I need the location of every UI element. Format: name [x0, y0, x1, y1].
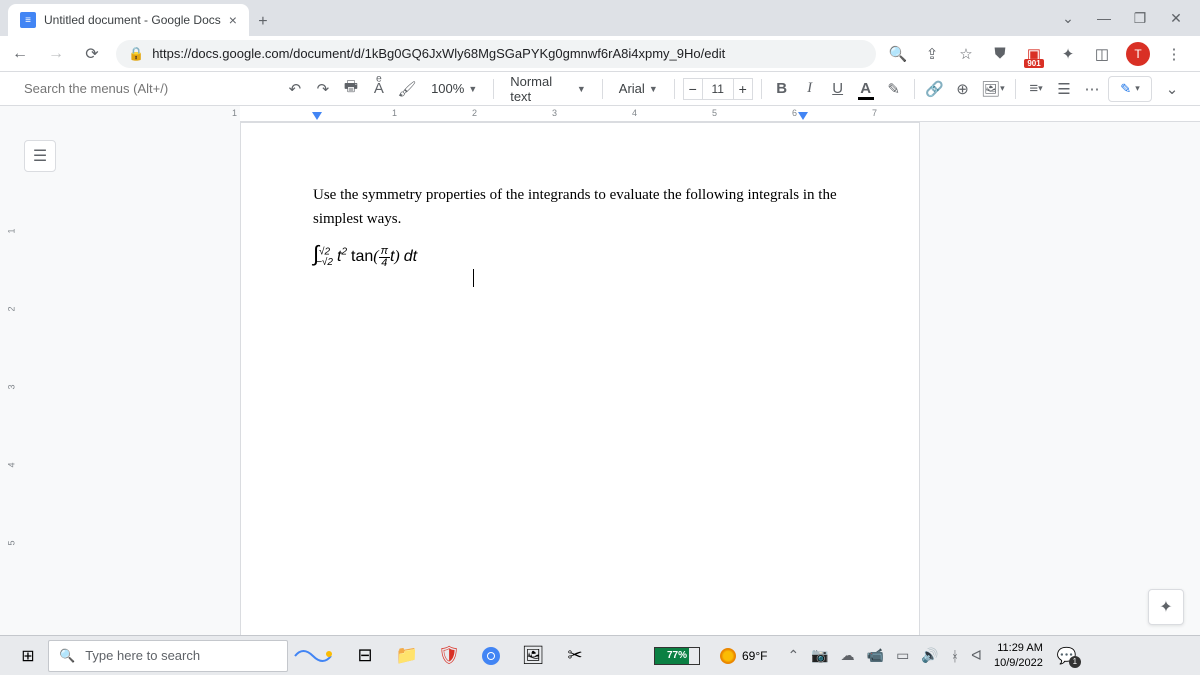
- math-equation[interactable]: ∫√2−√2 t2 tan(π4t) dt: [313, 241, 847, 269]
- minimize-window-button[interactable]: —: [1088, 4, 1120, 32]
- side-panel-icon[interactable]: ◫: [1092, 44, 1112, 64]
- paint-format-button[interactable]: 🖌: [395, 76, 419, 102]
- font-dropdown[interactable]: Arial▼: [611, 76, 666, 102]
- profile-avatar[interactable]: T: [1126, 42, 1150, 66]
- chevron-down-icon[interactable]: ⌄: [1052, 4, 1084, 32]
- vertical-ruler[interactable]: 1 2 3 4 5: [4, 122, 20, 635]
- bookmark-icon[interactable]: ☆: [956, 44, 976, 64]
- document-page[interactable]: Use the symmetry properties of the integ…: [240, 122, 920, 635]
- chrome-menu-icon[interactable]: ⋮: [1164, 44, 1184, 64]
- address-bar: ← → ⟳ 🔒 https://docs.google.com/document…: [0, 36, 1200, 72]
- maximize-window-button[interactable]: ❐: [1124, 4, 1156, 32]
- battery-icon[interactable]: ▭: [896, 647, 909, 664]
- menu-search-input[interactable]: [16, 77, 255, 101]
- sun-icon: [720, 648, 736, 664]
- browser-tab[interactable]: ≡ Untitled document - Google Docs ×: [8, 4, 249, 36]
- weather-widget[interactable]: 69°F: [720, 648, 767, 664]
- camera-icon[interactable]: 📷: [811, 647, 828, 664]
- url-text: https://docs.google.com/document/d/1kBg0…: [152, 46, 725, 61]
- insert-link-button[interactable]: 🔗: [923, 76, 947, 102]
- extension-badge: 901: [1024, 59, 1043, 68]
- horizontal-ruler[interactable]: 1 1 2 3 4 5 6 7: [0, 106, 1200, 122]
- photos-icon[interactable]: 🖼: [514, 640, 552, 672]
- onedrive-icon[interactable]: ☁: [841, 647, 855, 664]
- show-outline-button[interactable]: ☰: [24, 140, 56, 172]
- search-icon: 🔍: [59, 648, 75, 664]
- cortana-icon[interactable]: [288, 640, 338, 672]
- back-button[interactable]: ←: [8, 42, 32, 66]
- zoom-icon[interactable]: 🔍: [888, 44, 908, 64]
- print-button[interactable]: 🖶: [339, 76, 363, 102]
- volume-icon[interactable]: 🔊: [921, 647, 938, 664]
- url-field[interactable]: 🔒 https://docs.google.com/document/d/1kB…: [116, 40, 876, 68]
- lock-icon: 🔒: [128, 46, 144, 62]
- forward-button[interactable]: →: [44, 42, 68, 66]
- font-size-increase[interactable]: +: [733, 78, 753, 100]
- chrome-icon[interactable]: [472, 640, 510, 672]
- align-button[interactable]: ≡▾: [1024, 76, 1048, 102]
- zoom-dropdown[interactable]: 100%▼: [423, 76, 485, 102]
- redo-button[interactable]: ↷: [311, 76, 335, 102]
- reload-button[interactable]: ⟳: [80, 42, 104, 66]
- adblock-icon[interactable]: ⛊: [990, 44, 1010, 64]
- windows-taskbar: ⊞ 🔍 Type here to search ⊟ 📁 🛡 🖼 ✂ 77% 69…: [0, 635, 1200, 675]
- undo-button[interactable]: ↶: [283, 76, 307, 102]
- close-tab-icon[interactable]: ×: [229, 12, 237, 28]
- bluetooth-icon[interactable]: ᚼ: [951, 648, 959, 664]
- indent-marker-right[interactable]: [798, 112, 808, 120]
- underline-button[interactable]: U: [826, 76, 850, 102]
- extension-icon[interactable]: ▣901: [1024, 44, 1044, 64]
- tray-chevron-icon[interactable]: ⌃: [787, 647, 799, 664]
- system-tray: ⌃ 📷 ☁ 📹 ▭ 🔊 ᚼ ᐊ: [787, 647, 981, 664]
- more-button[interactable]: ⋯: [1080, 76, 1104, 102]
- snip-tool-icon[interactable]: ✂: [556, 640, 594, 672]
- new-tab-button[interactable]: +: [249, 8, 277, 36]
- insert-image-button[interactable]: 🖼▾: [979, 76, 1007, 102]
- docs-favicon: ≡: [20, 12, 36, 28]
- meet-now-icon[interactable]: 📹: [867, 647, 884, 664]
- paragraph-style-dropdown[interactable]: Normal text▼: [502, 76, 594, 102]
- taskbar-clock[interactable]: 11:29 AM 10/9/2022: [994, 641, 1043, 670]
- close-window-button[interactable]: ✕: [1160, 4, 1192, 32]
- collapse-toolbar-icon[interactable]: ⌄: [1160, 76, 1184, 102]
- notifications-button[interactable]: 💬1: [1051, 640, 1083, 672]
- start-button[interactable]: ⊞: [8, 640, 48, 672]
- text-color-button[interactable]: A: [854, 76, 878, 102]
- task-view-button[interactable]: ⊟: [346, 640, 384, 672]
- battery-indicator[interactable]: 77%: [654, 647, 700, 665]
- document-area: ☰ 1 2 3 4 5 Use the symmetry properties …: [0, 122, 1200, 635]
- indent-marker-left[interactable]: [312, 112, 322, 120]
- file-explorer-icon[interactable]: 📁: [388, 640, 426, 672]
- document-paragraph[interactable]: Use the symmetry properties of the integ…: [313, 183, 847, 231]
- font-size-value[interactable]: 11: [703, 78, 733, 100]
- browser-tab-strip: ≡ Untitled document - Google Docs × + ⌄ …: [0, 0, 1200, 36]
- tab-title: Untitled document - Google Docs: [44, 13, 221, 27]
- mcafee-icon[interactable]: 🛡: [430, 640, 468, 672]
- editing-mode-button[interactable]: ✎ ▾: [1108, 76, 1152, 102]
- font-size-decrease[interactable]: −: [683, 78, 703, 100]
- docs-toolbar: ↶ ↷ 🖶 Aͤ 🖌 100%▼ Normal text▼ Arial▼ − 1…: [0, 72, 1200, 106]
- bold-button[interactable]: B: [770, 76, 794, 102]
- insert-comment-button[interactable]: ⊕: [951, 76, 975, 102]
- share-icon[interactable]: ⇪: [922, 44, 942, 64]
- text-cursor: [473, 269, 474, 287]
- taskbar-search[interactable]: 🔍 Type here to search: [48, 640, 288, 672]
- font-size-control: − 11 +: [683, 78, 753, 100]
- language-icon[interactable]: ᐊ: [971, 647, 982, 664]
- italic-button[interactable]: I: [798, 76, 822, 102]
- spellcheck-button[interactable]: Aͤ: [367, 76, 391, 102]
- extensions-puzzle-icon[interactable]: ✦: [1058, 44, 1078, 64]
- explore-button[interactable]: ✦: [1148, 589, 1184, 625]
- line-spacing-button[interactable]: ☰: [1052, 76, 1076, 102]
- highlight-button[interactable]: ✎: [882, 76, 906, 102]
